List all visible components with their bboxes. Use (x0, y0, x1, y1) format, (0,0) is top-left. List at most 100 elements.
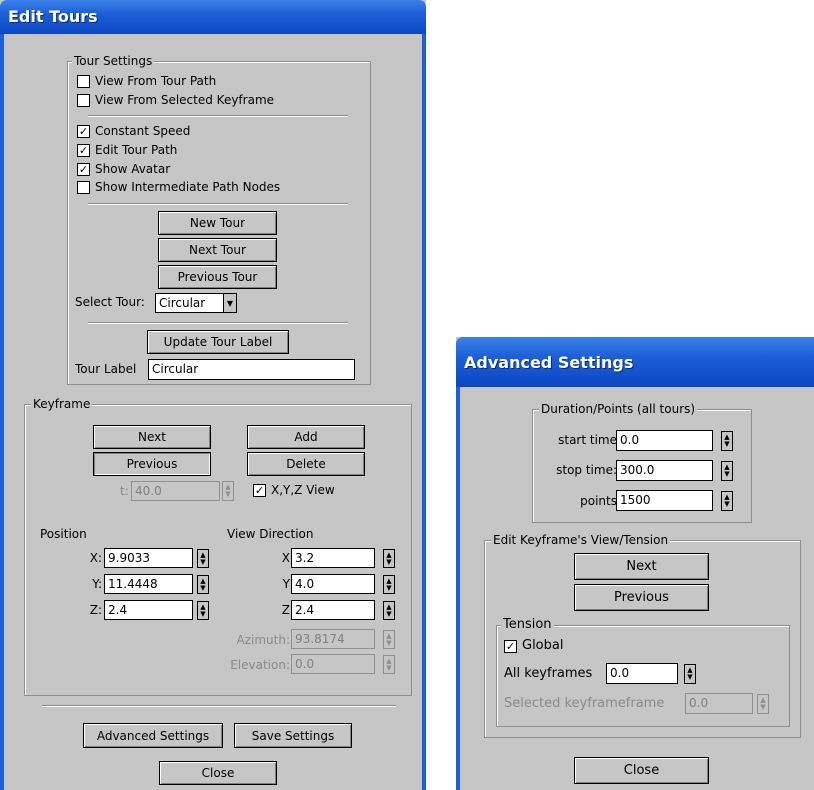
advanced-next-button[interactable]: Next (574, 553, 709, 580)
stop-time-input[interactable]: 300.0 (616, 460, 713, 481)
position-x-input[interactable]: 9.9033 (104, 548, 193, 568)
spin-down-icon[interactable]: ▼ (724, 501, 729, 508)
previous-tour-button[interactable]: Previous Tour (158, 265, 277, 289)
spin-down-icon[interactable]: ▼ (724, 441, 729, 448)
direction-x-spinner[interactable]: ▲ ▼ (383, 549, 395, 568)
t-spinner[interactable]: ▲ ▼ (222, 481, 234, 501)
check-icon[interactable]: ✓ (504, 639, 517, 653)
keyframe-previous-button[interactable]: Previous (93, 452, 211, 476)
position-y-label: Y: (92, 577, 102, 591)
select-tour-label: Select Tour: (75, 295, 145, 309)
tour-label-input[interactable]: Circular (148, 359, 355, 380)
checkbox-box[interactable] (77, 93, 90, 107)
spin-down-icon[interactable]: ▼ (386, 639, 391, 647)
all-keyframes-input[interactable]: 0.0 (606, 663, 678, 684)
elevation-spinner[interactable]: ▲ ▼ (383, 655, 395, 674)
spin-down-icon[interactable]: ▼ (386, 664, 391, 672)
advanced-settings-window: Advanced Settings Duration/Points (all t… (456, 337, 814, 790)
advanced-settings-button[interactable]: Advanced Settings (83, 723, 223, 748)
start-time-input[interactable]: 0.0 (616, 430, 713, 451)
start-time-spinner[interactable]: ▲ ▼ (721, 431, 733, 451)
check-icon[interactable]: ✓ (253, 483, 266, 497)
t-label: t: (120, 484, 129, 498)
keyframe-add-button[interactable]: Add (247, 425, 365, 449)
t-input[interactable]: 40.0 (131, 481, 220, 501)
separator (88, 115, 348, 117)
points-input[interactable]: 1500 (616, 490, 713, 511)
spin-down-icon[interactable]: ▼ (225, 491, 230, 498)
selected-keyframe-input[interactable]: 0.0 (685, 693, 753, 714)
spin-down-icon[interactable]: ▼ (724, 471, 729, 478)
edit-tour-path-checkbox[interactable]: ✓ Edit Tour Path (77, 143, 177, 157)
stop-time-label: stop time: (556, 463, 617, 477)
save-settings-button[interactable]: Save Settings (234, 723, 352, 748)
spin-down-icon[interactable]: ▼ (386, 584, 391, 592)
spin-down-icon[interactable]: ▼ (687, 674, 692, 681)
direction-z-label: Z (281, 603, 290, 617)
spin-down-icon[interactable]: ▼ (200, 558, 205, 566)
new-tour-button[interactable]: New Tour (158, 211, 277, 235)
spin-down-icon[interactable]: ▼ (200, 610, 205, 618)
keyframe-delete-button[interactable]: Delete (247, 452, 365, 476)
azimuth-label: Azimuth: (236, 633, 291, 647)
elevation-input[interactable]: 0.0 (291, 654, 375, 674)
window-frame-left (456, 387, 460, 790)
advanced-close-button[interactable]: Close (574, 757, 709, 784)
selected-keyframe-spinner[interactable]: ▲ ▼ (757, 694, 769, 714)
azimuth-input[interactable]: 93.8174 (291, 629, 375, 649)
checkbox-label: X,Y,Z View (271, 483, 335, 497)
view-direction-heading: View Direction (227, 527, 314, 541)
stop-time-spinner[interactable]: ▲ ▼ (721, 461, 733, 481)
spin-down-icon[interactable]: ▼ (760, 704, 765, 711)
start-time-label: start time (558, 433, 617, 447)
direction-y-input[interactable]: 4.0 (291, 574, 375, 594)
checkbox-box[interactable] (77, 74, 90, 88)
direction-y-spinner[interactable]: ▲ ▼ (383, 575, 395, 594)
view-from-tour-path-checkbox[interactable]: View From Tour Path (77, 74, 216, 88)
points-label: points (580, 494, 617, 508)
checkbox-label: View From Selected Keyframe (95, 93, 275, 107)
position-y-input[interactable]: 11.4448 (104, 574, 193, 594)
view-from-selected-keyframe-checkbox[interactable]: View From Selected Keyframe (77, 93, 274, 107)
position-z-input[interactable]: 2.4 (104, 600, 193, 620)
tension-legend: Tension (501, 617, 554, 632)
title-bar[interactable]: Advanced Settings (456, 337, 814, 387)
keyframe-legend: Keyframe (31, 397, 93, 411)
position-heading: Position (40, 527, 87, 541)
separator (88, 322, 348, 324)
azimuth-spinner[interactable]: ▲ ▼ (383, 630, 395, 649)
next-tour-button[interactable]: Next Tour (158, 238, 277, 262)
tour-label-label: Tour Label (75, 362, 137, 376)
position-x-spinner[interactable]: ▲ ▼ (197, 549, 209, 568)
spin-down-icon[interactable]: ▼ (386, 610, 391, 618)
checkbox-label: Show Avatar (95, 162, 171, 176)
spin-down-icon[interactable]: ▼ (200, 584, 205, 592)
update-tour-label-button[interactable]: Update Tour Label (147, 330, 289, 354)
show-avatar-checkbox[interactable]: ✓ Show Avatar (77, 162, 170, 176)
all-keyframes-spinner[interactable]: ▲ ▼ (684, 664, 696, 684)
global-checkbox[interactable]: ✓ Global (504, 639, 563, 653)
keyframe-next-button[interactable]: Next (93, 425, 211, 449)
show-intermediate-path-nodes-checkbox[interactable]: Show Intermediate Path Nodes (77, 180, 280, 194)
xyz-view-checkbox[interactable]: ✓ X,Y,Z View (253, 483, 335, 497)
direction-z-input[interactable]: 2.4 (291, 600, 375, 620)
direction-x-input[interactable]: 3.2 (291, 548, 375, 568)
spin-down-icon[interactable]: ▼ (386, 558, 391, 566)
checkbox-box[interactable] (77, 180, 90, 194)
title-bar[interactable]: Edit Tours (0, 0, 426, 34)
direction-z-spinner[interactable]: ▲ ▼ (383, 601, 395, 620)
position-z-spinner[interactable]: ▲ ▼ (197, 601, 209, 620)
constant-speed-checkbox[interactable]: ✓ Constant Speed (77, 124, 190, 138)
position-y-spinner[interactable]: ▲ ▼ (197, 575, 209, 594)
check-icon[interactable]: ✓ (77, 143, 90, 157)
check-icon[interactable]: ✓ (77, 162, 90, 176)
select-tour-dropdown[interactable]: Circular ▼ (155, 293, 237, 313)
close-button[interactable]: Close (159, 761, 277, 785)
select-tour-value: Circular (159, 296, 206, 310)
check-icon[interactable]: ✓ (77, 124, 90, 138)
advanced-previous-button[interactable]: Previous (574, 584, 709, 611)
checkbox-label: Edit Tour Path (95, 143, 178, 157)
chevron-down-icon[interactable]: ▼ (223, 294, 236, 312)
elevation-label: Elevation: (230, 658, 290, 672)
points-spinner[interactable]: ▲ ▼ (721, 491, 733, 511)
